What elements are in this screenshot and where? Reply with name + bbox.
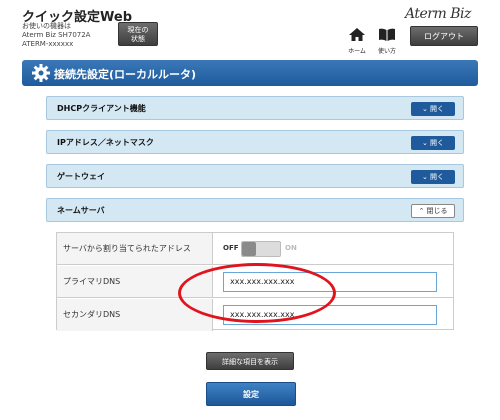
toggle-knob	[242, 242, 256, 256]
device-caption: お使いの機器は	[22, 22, 71, 30]
accordion-label: ゲートウェイ	[57, 172, 105, 181]
home-icon	[349, 28, 365, 41]
gear-icon	[32, 64, 50, 82]
status-button-line1: 現在の	[127, 26, 149, 34]
home-label: ホーム	[348, 48, 366, 55]
current-status-button[interactable]: 現在の 状態	[118, 22, 158, 46]
open-button-label: 開く	[430, 139, 445, 147]
open-button[interactable]: ⌄ 開く	[411, 102, 455, 116]
open-button[interactable]: ⌄ 開く	[411, 136, 455, 150]
show-advanced-button[interactable]: 詳細な項目を表示	[206, 352, 294, 370]
red-highlight-ellipse	[178, 263, 336, 323]
book-icon	[379, 28, 395, 41]
accordion-nameserver[interactable]: ネームサーバ ⌃ 閉じる	[46, 198, 464, 222]
accordion-label: ネームサーバ	[57, 206, 105, 215]
close-button[interactable]: ⌃ 閉じる	[411, 204, 455, 218]
accordion-dhcp-client[interactable]: DHCPクライアント機能 ⌄ 開く	[46, 96, 464, 120]
chevron-down-icon: ⌄	[421, 105, 428, 113]
section-title: 接続先設定(ローカルルータ)	[54, 68, 197, 81]
manual-label: 使い方	[377, 48, 396, 55]
submit-button[interactable]: 設定	[206, 382, 296, 406]
open-button-label: 開く	[430, 105, 445, 113]
open-button[interactable]: ⌄ 開く	[411, 170, 455, 184]
open-button-label: 開く	[430, 173, 445, 181]
aterm-biz-logo: Aterm Biz	[405, 6, 471, 22]
accordion-label: IPアドレス／ネットマスク	[57, 138, 154, 147]
assigned-address-toggle[interactable]	[241, 241, 281, 257]
section-header: 接続先設定(ローカルルータ)	[22, 60, 478, 86]
chevron-up-icon: ⌃	[418, 207, 425, 215]
close-button-label: 閉じる	[426, 207, 448, 215]
device-info: お使いの機器は Aterm Biz SH7072A ATERM-xxxxxx	[22, 22, 90, 49]
switch-off-label: OFF	[223, 244, 239, 252]
chevron-down-icon: ⌄	[421, 139, 428, 147]
accordion-label: DHCPクライアント機能	[57, 104, 146, 113]
accordion-ip-netmask[interactable]: IPアドレス／ネットマスク ⌄ 開く	[46, 130, 464, 154]
assigned-address-label: サーバから割り当てられたアドレス	[57, 233, 213, 264]
assigned-address-row: サーバから割り当てられたアドレス OFF ON	[57, 233, 453, 265]
home-nav[interactable]: ホーム	[344, 26, 370, 55]
status-button-line2: 状態	[131, 35, 145, 43]
manual-nav[interactable]: 使い方	[374, 26, 400, 55]
device-model: Aterm Biz SH7072A	[22, 31, 91, 39]
device-id: ATERM-xxxxxx	[22, 40, 74, 48]
chevron-down-icon: ⌄	[421, 173, 428, 181]
header: クイック設定Web お使いの機器は Aterm Biz SH7072A ATER…	[0, 0, 500, 56]
switch-on-label: ON	[285, 244, 297, 252]
logout-button[interactable]: ログアウト	[410, 26, 478, 46]
accordion-gateway[interactable]: ゲートウェイ ⌄ 開く	[46, 164, 464, 188]
